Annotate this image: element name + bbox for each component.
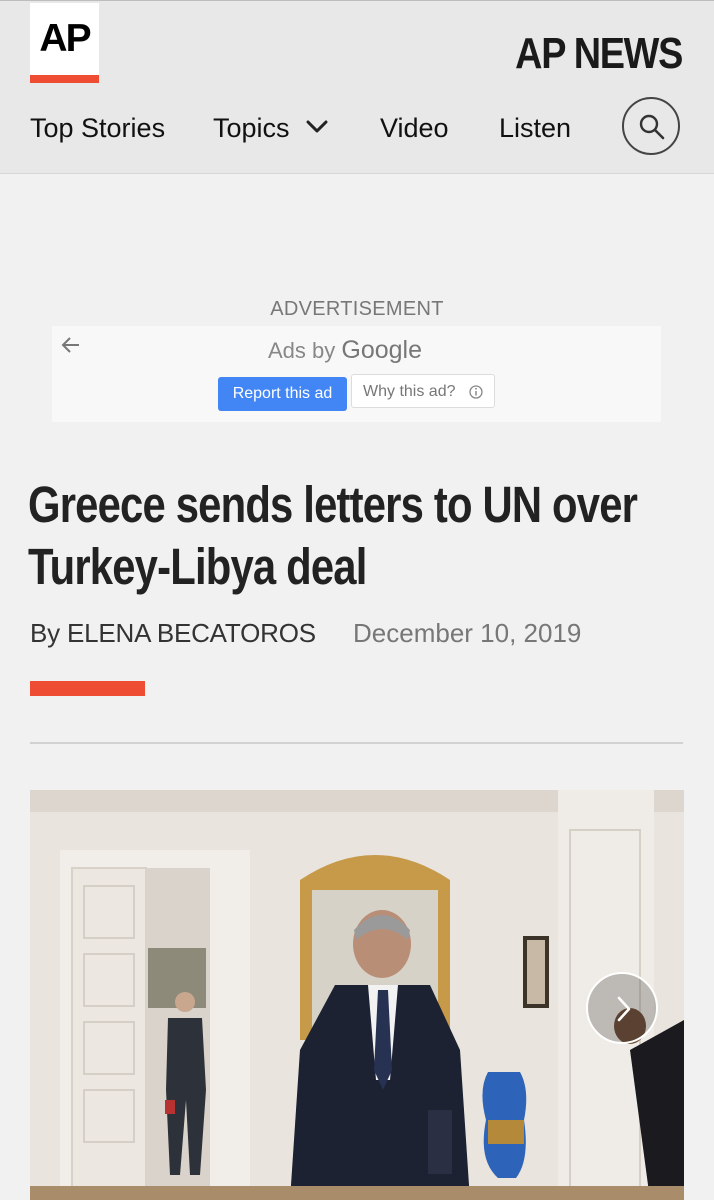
nav-video[interactable]: Video [380,109,449,147]
ad-panel: Ads by Google Report this ad Why this ad… [52,326,661,422]
info-icon [469,385,483,399]
ads-by-label: Ads by Google [268,336,422,365]
nav-listen[interactable]: Listen [499,109,571,147]
brand-title[interactable]: AP NEWS [515,27,683,81]
ap-logo-bar [30,75,99,83]
chevron-right-icon [617,996,631,1022]
why-this-ad-label: Why this ad? [363,383,456,400]
nav-top-stories[interactable]: Top Stories [30,109,165,147]
nav-topics[interactable]: Topics [213,109,290,147]
why-this-ad-button[interactable]: Why this ad? [351,374,495,408]
google-wordmark: Google [341,336,423,364]
ads-by-text: Ads by [268,338,336,363]
ap-logo-text: AP [39,17,91,60]
article-byline[interactable]: By ELENA BECATOROS [30,618,316,649]
divider [30,742,683,744]
next-slide-button[interactable] [586,972,658,1044]
search-button[interactable] [622,97,680,155]
article-date: December 10, 2019 [353,618,582,648]
photo-illustration [30,790,684,1200]
article-headline: Greece sends letters to UN over Turkey-L… [28,476,638,595]
site-header: AP AP NEWS Top Stories Topics Video List… [0,0,714,174]
chevron-down-icon[interactable] [306,115,328,137]
advertisement-label: ADVERTISEMENT [270,298,444,320]
report-ad-button[interactable]: Report this ad [218,377,347,411]
ap-logo[interactable]: AP [30,3,99,83]
article-photo[interactable] [30,790,684,1200]
search-icon [639,114,665,140]
accent-bar [30,681,145,696]
page: AP AP NEWS Top Stories Topics Video List… [0,0,714,1200]
arrow-left-icon[interactable] [60,334,82,356]
